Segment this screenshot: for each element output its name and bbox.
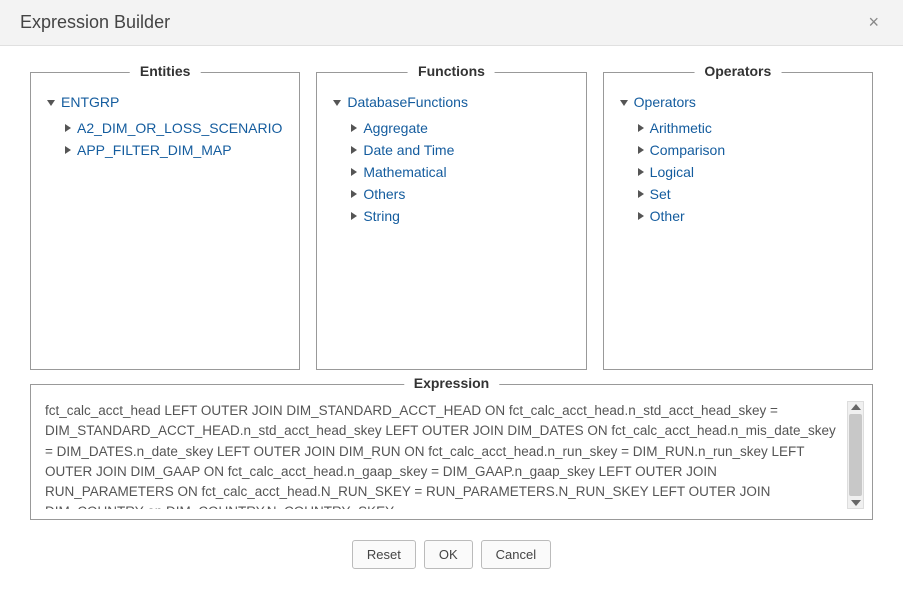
tree-label: Others xyxy=(363,186,405,202)
caret-right-icon xyxy=(351,124,357,132)
caret-down-icon xyxy=(47,100,55,106)
tree-label: Comparison xyxy=(650,142,725,158)
entities-root-node[interactable]: ENTGRP xyxy=(47,91,285,113)
operators-legend: Operators xyxy=(694,63,781,79)
caret-right-icon xyxy=(638,146,644,154)
expression-scrollbar[interactable] xyxy=(847,401,864,509)
caret-right-icon xyxy=(638,190,644,198)
functions-tree: DatabaseFunctions Aggregate Date and Tim… xyxy=(331,91,571,227)
functions-item-others[interactable]: Others xyxy=(351,183,571,205)
functions-item-string[interactable]: String xyxy=(351,205,571,227)
caret-right-icon xyxy=(638,124,644,132)
operators-item-comparison[interactable]: Comparison xyxy=(638,139,858,161)
functions-root-node[interactable]: DatabaseFunctions xyxy=(333,91,571,113)
tree-label: Set xyxy=(650,186,671,202)
tree-label: APP_FILTER_DIM_MAP xyxy=(77,142,232,158)
button-row: Reset OK Cancel xyxy=(0,530,903,587)
tree-label: Aggregate xyxy=(363,120,428,136)
reset-button[interactable]: Reset xyxy=(352,540,416,569)
tree-label: Date and Time xyxy=(363,142,454,158)
operators-panel: Operators Operators Arithmetic Compariso… xyxy=(603,72,873,370)
caret-right-icon xyxy=(351,212,357,220)
scroll-down-icon[interactable] xyxy=(851,500,861,506)
caret-right-icon xyxy=(638,212,644,220)
scroll-up-icon[interactable] xyxy=(851,404,861,410)
operators-root-node[interactable]: Operators xyxy=(620,91,858,113)
expression-textarea[interactable]: fct_calc_acct_head LEFT OUTER JOIN DIM_S… xyxy=(45,401,839,509)
scroll-thumb[interactable] xyxy=(849,414,862,496)
caret-right-icon xyxy=(351,190,357,198)
functions-item-mathematical[interactable]: Mathematical xyxy=(351,161,571,183)
entities-legend: Entities xyxy=(130,63,201,79)
caret-right-icon xyxy=(65,124,71,132)
tree-label: Other xyxy=(650,208,685,224)
operators-tree: Operators Arithmetic Comparison Logical xyxy=(618,91,858,227)
tree-label: ENTGRP xyxy=(61,94,119,110)
entities-item-app-filter[interactable]: APP_FILTER_DIM_MAP xyxy=(65,139,285,161)
cancel-button[interactable]: Cancel xyxy=(481,540,551,569)
close-button[interactable]: × xyxy=(864,12,883,33)
expression-legend: Expression xyxy=(404,375,499,391)
dialog-title: Expression Builder xyxy=(20,12,170,33)
expression-panel: Expression fct_calc_acct_head LEFT OUTER… xyxy=(30,384,873,520)
functions-panel: Functions DatabaseFunctions Aggregate Da… xyxy=(316,72,586,370)
functions-item-datetime[interactable]: Date and Time xyxy=(351,139,571,161)
caret-down-icon xyxy=(620,100,628,106)
functions-item-aggregate[interactable]: Aggregate xyxy=(351,117,571,139)
functions-legend: Functions xyxy=(408,63,495,79)
entities-tree: ENTGRP A2_DIM_OR_LOSS_SCENARIO APP_FILTE… xyxy=(45,91,285,161)
tree-label: Operators xyxy=(634,94,696,110)
entities-item-a2-dim[interactable]: A2_DIM_OR_LOSS_SCENARIO xyxy=(65,117,285,139)
dialog-header: Expression Builder × xyxy=(0,0,903,46)
caret-down-icon xyxy=(333,100,341,106)
ok-button[interactable]: OK xyxy=(424,540,473,569)
entities-panel: Entities ENTGRP A2_DIM_OR_LOSS_SCENARIO … xyxy=(30,72,300,370)
caret-right-icon xyxy=(351,168,357,176)
tree-label: Logical xyxy=(650,164,694,180)
tree-label: DatabaseFunctions xyxy=(347,94,468,110)
operators-item-other[interactable]: Other xyxy=(638,205,858,227)
caret-right-icon xyxy=(65,146,71,154)
panels-row: Entities ENTGRP A2_DIM_OR_LOSS_SCENARIO … xyxy=(0,46,903,384)
tree-label: Arithmetic xyxy=(650,120,712,136)
expression-inner: fct_calc_acct_head LEFT OUTER JOIN DIM_S… xyxy=(45,401,864,509)
operators-item-arithmetic[interactable]: Arithmetic xyxy=(638,117,858,139)
caret-right-icon xyxy=(638,168,644,176)
tree-label: Mathematical xyxy=(363,164,446,180)
tree-label: A2_DIM_OR_LOSS_SCENARIO xyxy=(77,120,282,136)
operators-item-logical[interactable]: Logical xyxy=(638,161,858,183)
close-icon: × xyxy=(868,12,879,32)
tree-label: String xyxy=(363,208,400,224)
caret-right-icon xyxy=(351,146,357,154)
operators-item-set[interactable]: Set xyxy=(638,183,858,205)
